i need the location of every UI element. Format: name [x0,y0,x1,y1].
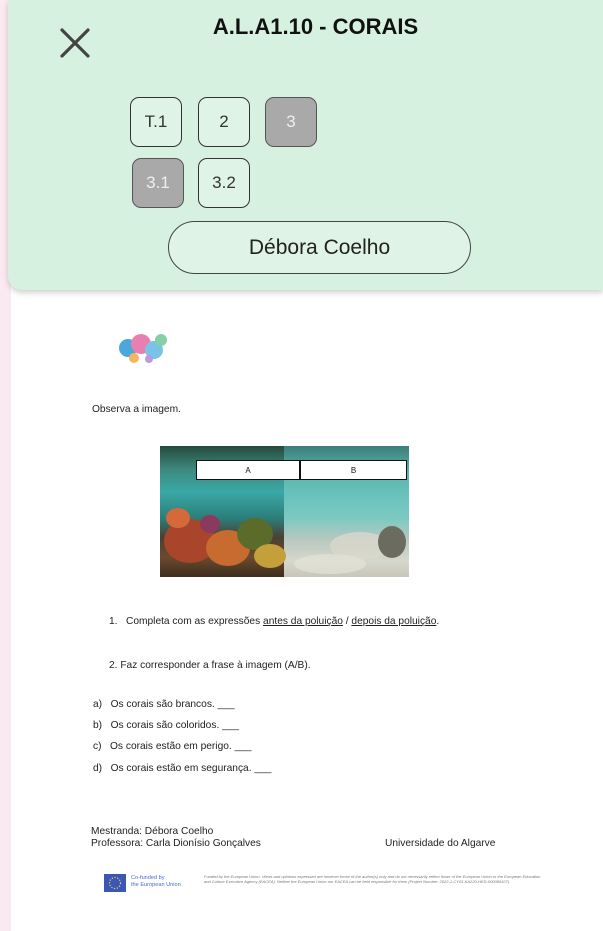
q1-phrase-1: antes da poluição [263,616,343,627]
item-text: Os corais estão em perigo. ___ [110,741,252,752]
tab-t1[interactable]: T.1 [130,97,182,147]
coral-comparison-image: A B [160,446,409,577]
image-label-a: A [196,460,300,480]
tab-2[interactable]: 2 [198,97,250,147]
tab-3-2[interactable]: 3.2 [198,158,250,208]
student-name-button[interactable]: Débora Coelho [168,221,471,274]
worksheet-document: Observa a imagem. A B 1. Completa com as… [0,290,603,931]
item-letter: b) [93,720,103,731]
item-text: Os corais são coloridos. ___ [110,720,240,731]
item-text: Os corais estão em segurança. ___ [110,763,272,774]
q1-number: 1. [109,616,118,627]
item-a: a) Os corais são brancos. ___ [93,699,235,710]
q1-end: . [436,616,440,627]
tab-3-1[interactable]: 3.1 [132,158,184,208]
mestranda-credit: Mestranda: Débora Coelho [91,826,214,837]
funding-disclaimer: Funded by the European Union. Views and … [204,874,541,885]
university-credit: Universidade do Algarve [385,838,496,849]
question-1: 1. Completa com as expressões antes da p… [109,616,439,627]
image-label-b: B [300,460,407,480]
activity-header: A.L.A1.10 - CORAIS T.1 2 3 3.1 3.2 Débor… [8,0,603,290]
item-letter: c) [93,741,102,752]
item-text: Os corais são brancos. ___ [110,699,235,710]
item-c: c) Os corais estão em perigo. ___ [93,741,252,752]
eu-line-2: the European Union [131,882,181,888]
question-2: 2. Faz corresponder a frase à imagem (A/… [109,660,311,671]
item-letter: a) [93,699,103,710]
eu-cofunded-text: Co-funded by the European Union [131,875,181,889]
item-d: d) Os corais estão em segurança. ___ [93,763,271,774]
professora-credit: Professora: Carla Dionísio Gonçalves [91,838,261,849]
item-b: b) Os corais são coloridos. ___ [93,720,239,731]
intro-text: Observa a imagem. [92,404,181,415]
q1-prefix: Completa com as expressões [126,616,264,627]
eu-flag-icon [104,874,126,892]
tab-3[interactable]: 3 [265,97,317,147]
item-letter: d) [93,763,103,774]
project-logo [119,334,167,363]
eu-line-1: Co-funded by [131,875,165,881]
page-title: A.L.A1.10 - CORAIS [212,14,419,39]
q1-phrase-2: depois da poluição [351,616,437,627]
